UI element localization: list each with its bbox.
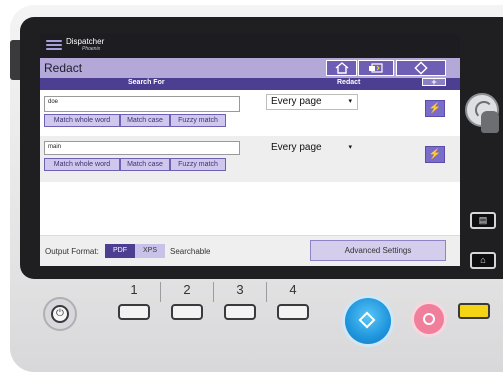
dropdown-arrow-icon: ▾ bbox=[348, 144, 352, 151]
key-cap bbox=[171, 304, 203, 320]
output-format-bar: Output Format: PDF XPS Searchable Advanc… bbox=[40, 235, 460, 266]
register-key-2[interactable]: 2 bbox=[161, 282, 213, 326]
add-row-button[interactable]: + bbox=[422, 78, 446, 87]
search-row: main Match whole word Match case Fuzzy m… bbox=[40, 136, 460, 182]
key-cap bbox=[224, 304, 256, 320]
page-title: Redact bbox=[44, 61, 83, 75]
home-icon: ⌂ bbox=[480, 255, 486, 265]
search-for-header: Search For bbox=[128, 79, 165, 86]
match-case-button[interactable]: Match case bbox=[120, 114, 170, 127]
match-whole-word-button[interactable]: Match whole word bbox=[44, 158, 120, 171]
home-button[interactable] bbox=[326, 60, 357, 76]
format-xps-button[interactable]: XPS bbox=[135, 244, 165, 258]
brand-bar: Dispatcher Phoenix bbox=[40, 34, 460, 58]
fuzzy-match-button[interactable]: Fuzzy match bbox=[170, 114, 226, 127]
start-icon bbox=[414, 61, 428, 75]
key-cap bbox=[277, 304, 309, 320]
job-log-icon bbox=[369, 63, 383, 73]
redact-header: Redact bbox=[337, 79, 361, 86]
redact-scope-value: Every page bbox=[271, 96, 322, 107]
redact-scope-value: Every page bbox=[271, 142, 322, 153]
job-log-button[interactable] bbox=[358, 60, 394, 76]
redact-scope-select[interactable]: Every page ▾ bbox=[266, 140, 358, 156]
search-term-input[interactable]: main bbox=[44, 141, 240, 155]
format-pdf-button[interactable]: PDF bbox=[105, 244, 135, 258]
match-whole-word-button[interactable]: Match whole word bbox=[44, 114, 120, 127]
redact-scope-select[interactable]: Every page ▾ bbox=[266, 94, 358, 110]
redact-action-button[interactable]: ⚡ bbox=[425, 100, 445, 117]
title-bar: Redact bbox=[40, 58, 460, 78]
start-hard-button[interactable] bbox=[345, 298, 391, 344]
key-number: 2 bbox=[183, 282, 191, 297]
key-number: 4 bbox=[289, 282, 297, 297]
job-status-key[interactable]: ▤ bbox=[470, 212, 496, 229]
home-icon bbox=[335, 62, 348, 74]
key-number: 1 bbox=[130, 282, 138, 297]
register-key-4[interactable]: 4 bbox=[267, 282, 319, 326]
touch-screen: Dispatcher Phoenix Redact Search For Red… bbox=[40, 34, 460, 266]
register-key-1[interactable]: 1 bbox=[108, 282, 160, 326]
stop-icon bbox=[423, 313, 435, 325]
advanced-settings-button[interactable]: Advanced Settings bbox=[310, 240, 446, 261]
search-row: doe Match whole word Match case Fuzzy ma… bbox=[40, 90, 460, 136]
register-key-3[interactable]: 3 bbox=[214, 282, 266, 326]
fuzzy-match-button[interactable]: Fuzzy match bbox=[170, 158, 226, 171]
column-header-bar: Search For Redact + bbox=[40, 78, 460, 90]
match-case-button[interactable]: Match case bbox=[120, 158, 170, 171]
hand-icon bbox=[481, 111, 499, 133]
redact-action-button[interactable]: ⚡ bbox=[425, 146, 445, 163]
dropdown-arrow-icon: ▾ bbox=[348, 98, 352, 105]
nfc-card-reader-icon bbox=[465, 93, 499, 133]
interrupt-key[interactable] bbox=[458, 303, 490, 319]
dispatcher-logo-icon bbox=[46, 39, 62, 53]
brand-subtitle: Phoenix bbox=[82, 46, 101, 52]
power-button[interactable]: ⏻ bbox=[43, 297, 77, 331]
search-term-input[interactable]: doe bbox=[44, 96, 240, 112]
stop-hard-button[interactable] bbox=[414, 304, 444, 334]
job-status-icon: ▤ bbox=[478, 215, 488, 225]
home-hard-key[interactable]: ⌂ bbox=[470, 252, 496, 269]
power-icon: ⏻ bbox=[51, 305, 69, 323]
key-number: 3 bbox=[236, 282, 244, 297]
start-job-button[interactable] bbox=[396, 60, 446, 76]
output-format-label: Output Format: bbox=[45, 247, 99, 256]
key-cap bbox=[118, 304, 150, 320]
searchable-label: Searchable bbox=[170, 247, 211, 256]
lightning-icon: ⚡ bbox=[428, 149, 442, 160]
start-icon bbox=[358, 311, 376, 329]
brand-name: Dispatcher bbox=[66, 37, 105, 46]
device-side-strip bbox=[10, 40, 20, 80]
lightning-icon: ⚡ bbox=[428, 103, 442, 114]
